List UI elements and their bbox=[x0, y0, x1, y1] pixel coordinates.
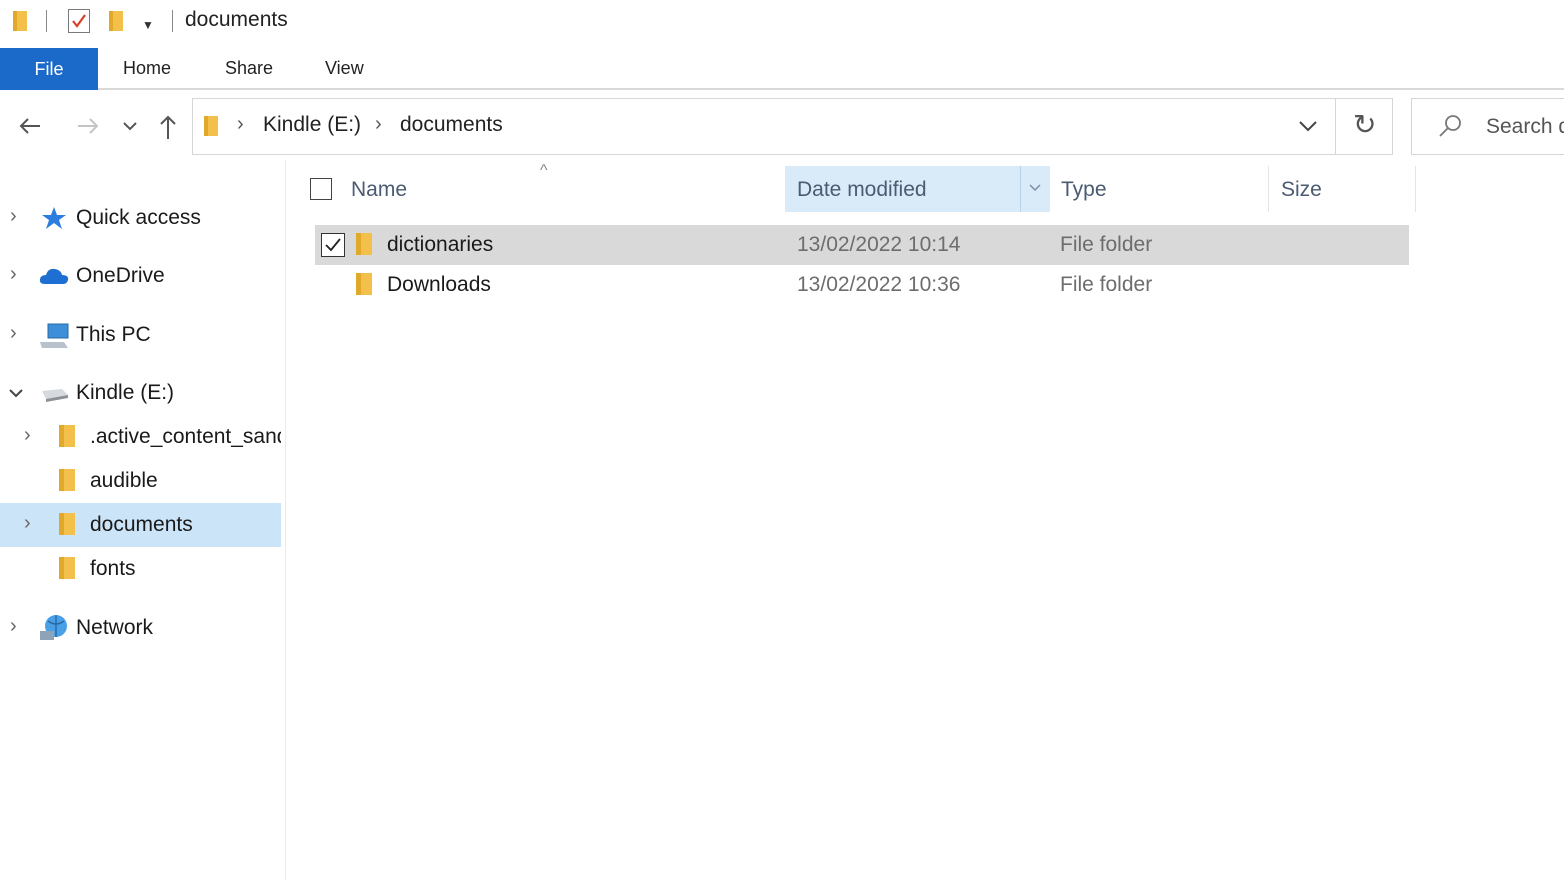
expand-chevron-icon[interactable]: › bbox=[24, 424, 31, 447]
file-row-downloads[interactable]: Downloads 13/02/2022 10:36 File folder bbox=[315, 265, 1409, 305]
folder-icon bbox=[59, 513, 75, 535]
search-icon bbox=[1439, 115, 1461, 137]
file-list: ^ Name Date modified Type Size dictionar… bbox=[290, 160, 1564, 880]
folder-icon bbox=[59, 469, 75, 491]
nav-item-onedrive[interactable]: › OneDrive bbox=[0, 254, 281, 298]
address-history-chevron-down-icon[interactable] bbox=[1297, 111, 1319, 141]
ribbon-tabs: File Home Share View bbox=[0, 48, 1564, 90]
breadcrumb-documents[interactable]: documents bbox=[400, 113, 503, 137]
select-all-checkbox[interactable] bbox=[310, 178, 332, 200]
window-title: documents bbox=[185, 8, 288, 31]
file-row-dictionaries[interactable]: dictionaries 13/02/2022 10:14 File folde… bbox=[315, 225, 1409, 265]
expand-chevron-icon[interactable]: › bbox=[10, 263, 17, 286]
nav-item-label: fonts bbox=[90, 557, 136, 580]
expand-chevron-icon[interactable]: › bbox=[24, 512, 31, 535]
toolbar-separator bbox=[172, 10, 173, 32]
expand-chevron-icon[interactable]: › bbox=[10, 205, 17, 228]
file-type: File folder bbox=[1060, 233, 1153, 256]
column-header-date-modified[interactable]: Date modified bbox=[797, 178, 927, 202]
properties-icon[interactable] bbox=[68, 9, 90, 33]
nav-item-fonts[interactable]: fonts bbox=[0, 548, 281, 592]
forward-arrow-icon[interactable] bbox=[76, 116, 100, 136]
breadcrumb-chevron-icon[interactable]: › bbox=[375, 113, 382, 136]
nav-item-documents[interactable]: › documents bbox=[0, 503, 281, 547]
address-bar[interactable]: › Kindle (E:) › documents ↻ bbox=[192, 98, 1393, 155]
nav-item-label: This PC bbox=[76, 323, 151, 346]
drive-icon bbox=[42, 389, 68, 402]
search-input-placeholder[interactable]: Search d bbox=[1486, 115, 1564, 139]
nav-item-label: documents bbox=[90, 513, 193, 536]
column-divider[interactable] bbox=[1268, 166, 1269, 212]
folder-icon bbox=[204, 116, 218, 136]
column-divider[interactable] bbox=[1415, 166, 1416, 212]
file-name[interactable]: dictionaries bbox=[387, 233, 493, 257]
nav-item-quick-access[interactable]: › Quick access bbox=[0, 196, 281, 240]
title-bar: ▼ documents bbox=[0, 0, 1564, 44]
up-arrow-icon[interactable] bbox=[158, 114, 178, 140]
column-filter-chevron-down-icon[interactable] bbox=[1029, 184, 1041, 192]
expand-chevron-icon[interactable]: › bbox=[10, 615, 17, 638]
search-box[interactable]: Search d bbox=[1411, 98, 1564, 155]
file-date-modified: 13/02/2022 10:36 bbox=[797, 273, 961, 296]
folder-icon bbox=[59, 557, 75, 579]
folder-icon bbox=[356, 233, 372, 255]
nav-item-kindle-drive[interactable]: Kindle (E:) bbox=[0, 371, 281, 415]
new-folder-icon[interactable] bbox=[108, 10, 124, 32]
network-icon bbox=[40, 615, 67, 640]
nav-item-label: audible bbox=[90, 469, 158, 492]
tab-view[interactable]: View bbox=[325, 58, 364, 79]
onedrive-cloud-icon bbox=[39, 268, 69, 284]
recent-locations-chevron-down-icon[interactable] bbox=[122, 121, 138, 131]
sort-ascending-icon: ^ bbox=[540, 162, 548, 179]
file-date-modified: 13/02/2022 10:14 bbox=[797, 233, 961, 256]
refresh-icon[interactable]: ↻ bbox=[1353, 111, 1376, 139]
nav-item-active-content-sandbox[interactable]: › .active_content_sandbox bbox=[0, 416, 281, 460]
tab-share[interactable]: Share bbox=[225, 58, 273, 79]
address-separator bbox=[1335, 99, 1336, 154]
column-split bbox=[1020, 166, 1021, 212]
back-arrow-icon[interactable] bbox=[18, 116, 42, 136]
nav-item-label: Network bbox=[76, 616, 154, 639]
nav-item-label: Kindle (E:) bbox=[76, 381, 175, 404]
folder-icon bbox=[59, 425, 75, 447]
expand-chevron-icon[interactable]: › bbox=[10, 322, 17, 345]
this-pc-icon bbox=[40, 323, 69, 348]
column-header-size[interactable]: Size bbox=[1281, 178, 1322, 202]
collapse-chevron-icon[interactable] bbox=[8, 388, 24, 398]
nav-item-network[interactable]: › Network bbox=[0, 606, 281, 650]
file-name[interactable]: Downloads bbox=[387, 273, 491, 297]
column-header-name[interactable]: Name bbox=[351, 178, 407, 202]
nav-item-label: Quick access bbox=[76, 206, 201, 229]
breadcrumb-kindle[interactable]: Kindle (E:) bbox=[263, 113, 361, 137]
row-checkbox[interactable] bbox=[321, 233, 345, 257]
quick-access-star-icon bbox=[42, 207, 66, 229]
breadcrumb-chevron-icon[interactable]: › bbox=[237, 113, 244, 136]
nav-item-audible[interactable]: audible bbox=[0, 460, 281, 504]
customize-toolbar-dropdown-icon[interactable]: ▼ bbox=[142, 18, 154, 32]
folder-icon bbox=[356, 273, 372, 295]
file-type: File folder bbox=[1060, 273, 1153, 296]
column-header-type[interactable]: Type bbox=[1061, 178, 1107, 202]
folder-icon bbox=[13, 11, 27, 31]
nav-item-label: OneDrive bbox=[76, 264, 165, 287]
nav-item-label: .active_content_sandbox bbox=[90, 425, 281, 448]
toolbar-separator bbox=[46, 10, 47, 32]
nav-item-this-pc[interactable]: › This PC bbox=[0, 313, 281, 357]
navigation-pane: › Quick access › OneDrive › This PC Kind… bbox=[0, 160, 286, 880]
tab-file[interactable]: File bbox=[0, 48, 98, 90]
tab-home[interactable]: Home bbox=[123, 58, 171, 79]
